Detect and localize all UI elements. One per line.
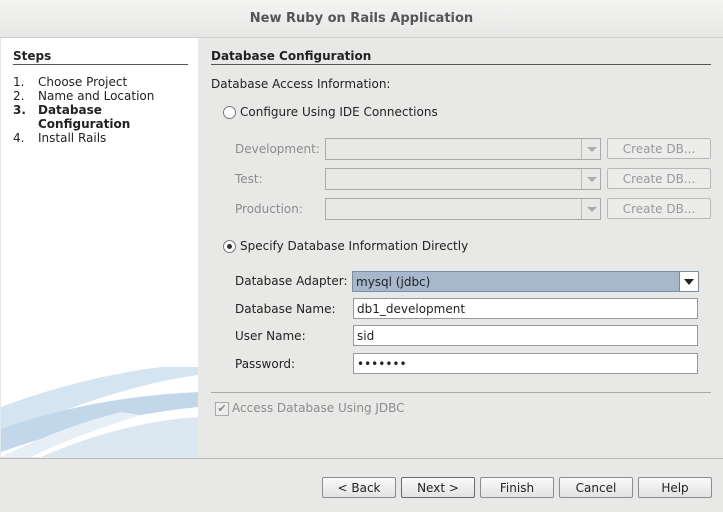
step-number: 2.	[13, 89, 25, 103]
password-input[interactable]: •••••••	[353, 353, 698, 374]
test-label: Test:	[235, 172, 263, 186]
step-number: 4.	[13, 131, 25, 145]
chevron-down-icon	[581, 199, 600, 219]
step-number: 3.	[13, 103, 26, 117]
direct-info-radio[interactable]	[223, 240, 236, 253]
create-db-development-button[interactable]: Create DB...	[607, 138, 711, 159]
step-label: Choose Project	[38, 75, 128, 89]
database-name-value: db1_development	[357, 302, 466, 316]
separator	[211, 392, 711, 393]
chevron-down-icon	[581, 139, 600, 159]
production-combo[interactable]	[325, 198, 601, 220]
database-adapter-select[interactable]: mysql (jdbc)	[352, 271, 699, 292]
database-name-label: Database Name:	[235, 302, 336, 316]
password-label: Password:	[235, 357, 296, 371]
access-info-label: Database Access Information:	[211, 77, 391, 91]
chevron-down-icon	[581, 169, 600, 189]
step-label: Name and Location	[38, 89, 155, 103]
section-divider	[211, 64, 711, 65]
ide-connections-label: Configure Using IDE Connections	[240, 105, 438, 119]
development-label: Development:	[235, 142, 320, 156]
jdbc-checkbox[interactable]: ✔	[215, 402, 229, 416]
section-heading: Database Configuration	[211, 49, 372, 63]
button-bar: < Back Next > Finish Cancel Help	[0, 458, 723, 512]
back-button[interactable]: < Back	[322, 477, 396, 498]
help-button[interactable]: Help	[638, 477, 712, 498]
chevron-down-icon	[679, 272, 698, 291]
database-name-input[interactable]: db1_development	[353, 298, 698, 319]
create-db-production-button[interactable]: Create DB...	[607, 198, 711, 219]
step-label: Install Rails	[38, 131, 107, 145]
next-button[interactable]: Next >	[401, 477, 475, 498]
user-name-label: User Name:	[235, 329, 306, 343]
jdbc-label: Access Database Using JDBC	[232, 401, 405, 415]
wizard-swoosh-graphic	[1, 367, 198, 457]
direct-info-label: Specify Database Information Directly	[240, 239, 469, 253]
window-title: New Ruby on Rails Application	[249, 11, 474, 26]
user-name-value: sid	[357, 329, 375, 343]
title-bar: New Ruby on Rails Application	[0, 0, 723, 38]
development-combo[interactable]	[325, 138, 601, 160]
ide-connections-radio[interactable]	[223, 106, 236, 119]
step-label-line2: Configuration	[38, 117, 131, 131]
content-panel: Database Configuration Database Access I…	[199, 38, 723, 457]
steps-heading: Steps	[13, 49, 52, 63]
password-value: •••••••	[357, 357, 407, 371]
steps-panel: Steps 1. Choose Project 2. Name and Loca…	[1, 38, 198, 457]
step-label: Database	[38, 103, 102, 117]
database-adapter-label: Database Adapter:	[235, 274, 348, 288]
steps-divider	[13, 64, 188, 65]
production-label: Production:	[235, 202, 303, 216]
database-adapter-value: mysql (jdbc)	[356, 275, 431, 289]
cancel-button[interactable]: Cancel	[559, 477, 633, 498]
user-name-input[interactable]: sid	[353, 325, 698, 346]
create-db-test-button[interactable]: Create DB...	[607, 168, 711, 189]
test-combo[interactable]	[325, 168, 601, 190]
finish-button[interactable]: Finish	[480, 477, 554, 498]
step-number: 1.	[13, 75, 25, 89]
